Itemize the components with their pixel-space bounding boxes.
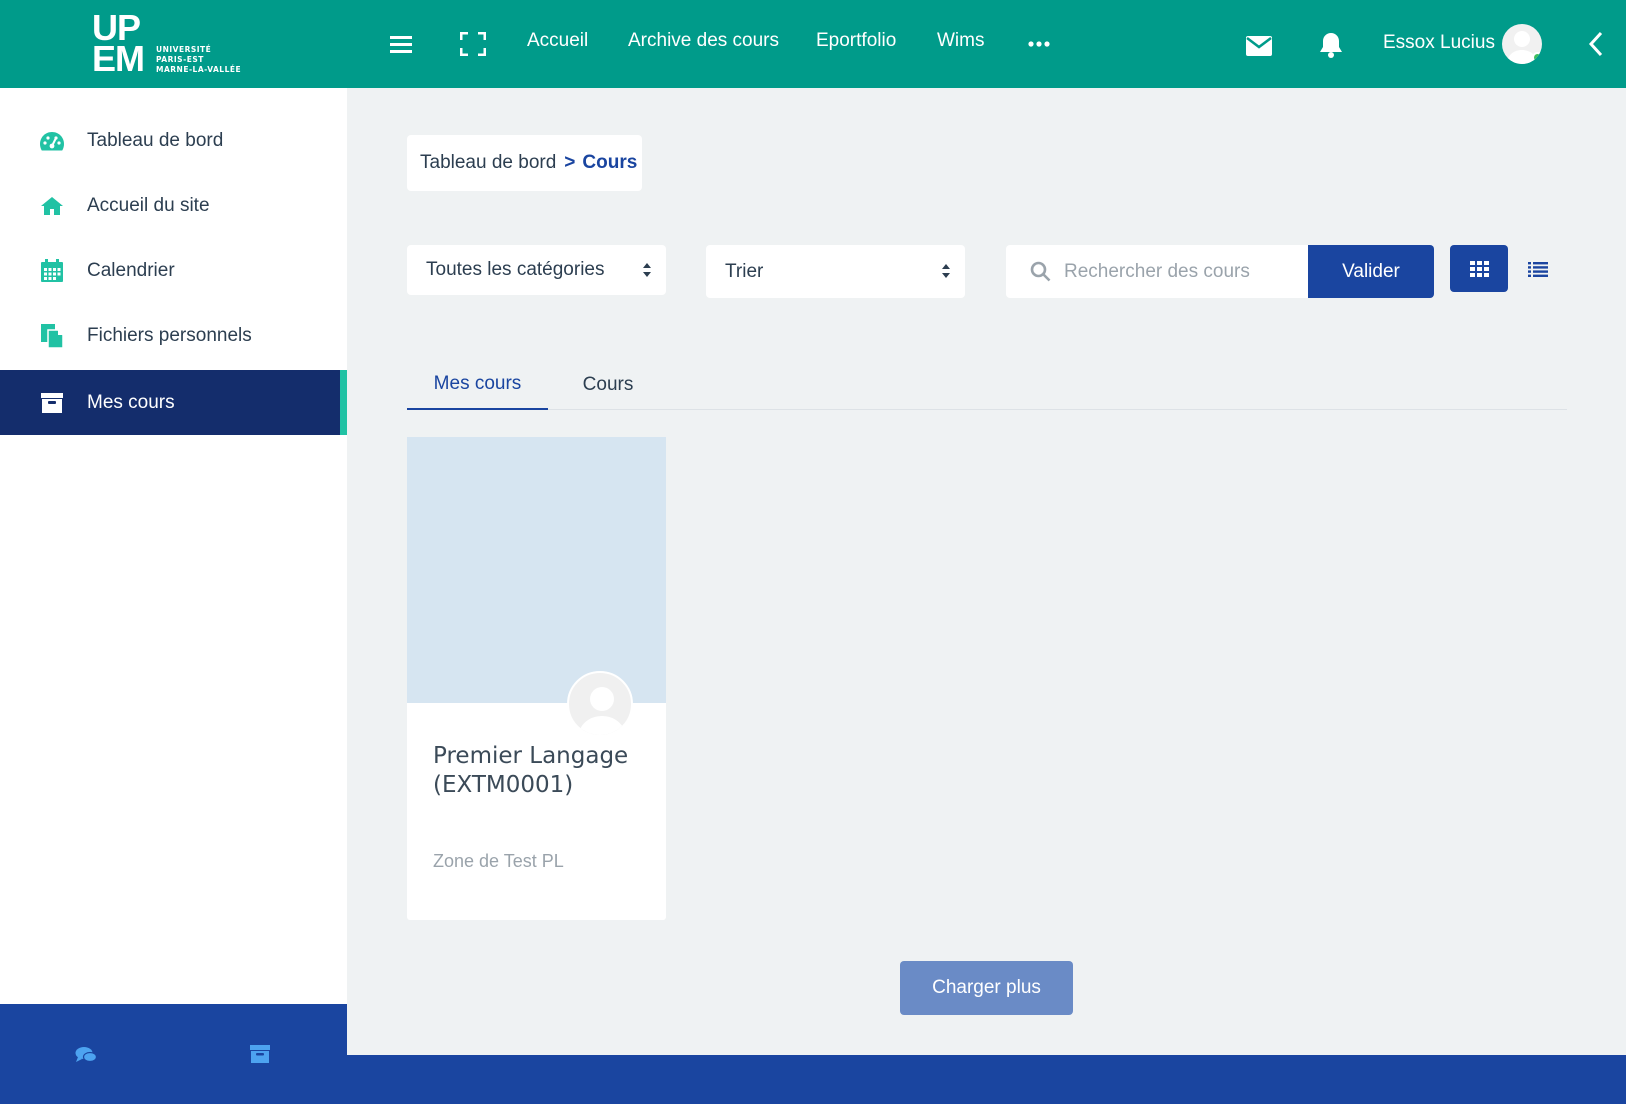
category-select[interactable]: Toutes les catégories (407, 245, 666, 295)
upem-logo[interactable]: UP EM UNIVERSITÉ PARIS-EST MARNE-LA-VALL… (92, 7, 262, 79)
course-card-title[interactable]: Premier Langage (EXTM0001) (433, 742, 643, 800)
select-arrows-icon (643, 263, 651, 277)
sidebar-footer (0, 1004, 347, 1104)
chevron-left-icon[interactable] (1582, 30, 1610, 58)
page-footer (347, 1055, 1626, 1104)
top-navbar: UP EM UNIVERSITÉ PARIS-EST MARNE-LA-VALL… (0, 0, 1626, 88)
sidebar-item-label: Fichiers personnels (87, 324, 252, 346)
search-input[interactable] (1064, 245, 1304, 298)
search-icon (1030, 261, 1051, 287)
mail-icon[interactable] (1245, 32, 1273, 60)
bell-icon[interactable] (1317, 31, 1345, 59)
nav-link-accueil[interactable]: Accueil (527, 30, 588, 52)
user-name[interactable]: Essox Lucius (1383, 32, 1495, 54)
fullscreen-icon[interactable] (459, 30, 487, 58)
nav-link-eportfolio[interactable]: Eportfolio (816, 30, 896, 52)
sidebar-item-label: Tableau de bord (87, 129, 224, 151)
calendar-icon (38, 258, 66, 284)
sidebar-item-label: Calendrier (87, 259, 175, 281)
breadcrumb: Tableau de bord > Cours (407, 135, 642, 191)
breadcrumb-current: Cours (582, 152, 638, 173)
dashboard-gauge-icon (38, 128, 66, 154)
course-card[interactable]: Premier Langage (EXTM0001) Zone de Test … (407, 437, 666, 920)
sidebar-item-accueil-du-site[interactable]: Accueil du site (0, 173, 347, 238)
tab-mes-cours[interactable]: Mes cours (407, 360, 548, 410)
grid-view-button[interactable] (1450, 245, 1508, 292)
sort-select-value: Trier (725, 260, 764, 282)
course-card-category: Zone de Test PL (433, 851, 564, 871)
sidebar-item-mes-cours[interactable]: Mes cours (0, 370, 347, 435)
home-icon (38, 193, 66, 219)
select-arrows-icon (942, 264, 950, 278)
breadcrumb-link-tableau-de-bord[interactable]: Tableau de bord (420, 152, 556, 174)
user-avatar[interactable] (1502, 24, 1542, 64)
course-card-image (407, 437, 666, 703)
sidebar-item-calendrier[interactable]: Calendrier (0, 238, 347, 303)
sidebar-item-label: Accueil du site (87, 194, 210, 216)
course-tabs: Mes cours Cours (407, 360, 1567, 410)
files-icon (38, 323, 66, 349)
sort-select[interactable]: Trier (706, 245, 965, 298)
breadcrumb-separator: > (564, 152, 576, 173)
category-select-value: Toutes les catégories (426, 259, 605, 280)
submit-search-button[interactable]: Valider (1308, 245, 1434, 298)
chat-bubbles-icon[interactable] (75, 1046, 98, 1069)
load-more-button[interactable]: Charger plus (900, 961, 1073, 1015)
grid-view-icon (1469, 260, 1489, 277)
sidebar-item-fichiers-personnels[interactable]: Fichiers personnels (0, 303, 347, 368)
logo-monogram: UP EM (92, 7, 145, 79)
user-silhouette-icon (578, 687, 626, 735)
course-card-avatar (567, 671, 633, 737)
sidebar-item-tableau-de-bord[interactable]: Tableau de bord (0, 108, 347, 173)
logo-university-name: UNIVERSITÉ PARIS-EST MARNE-LA-VALLÉE (156, 45, 242, 74)
hamburger-menu-icon[interactable] (387, 30, 415, 58)
sidebar-item-label: Mes cours (87, 391, 175, 413)
archive-box-icon (38, 390, 66, 416)
course-search (1006, 245, 1308, 298)
list-view-button[interactable] (1524, 255, 1552, 283)
nav-link-archive-des-cours[interactable]: Archive des cours (628, 30, 779, 52)
tab-cours[interactable]: Cours (569, 360, 647, 410)
nav-link-wims[interactable]: Wims (937, 30, 984, 52)
archive-box-icon[interactable] (249, 1044, 271, 1069)
list-view-icon (1528, 261, 1548, 277)
more-dots-icon[interactable] (1025, 30, 1053, 58)
active-indicator (340, 370, 347, 435)
sidebar: Tableau de bord Accueil du site Calendri… (0, 88, 347, 1004)
online-status-dot (1532, 52, 1542, 63)
